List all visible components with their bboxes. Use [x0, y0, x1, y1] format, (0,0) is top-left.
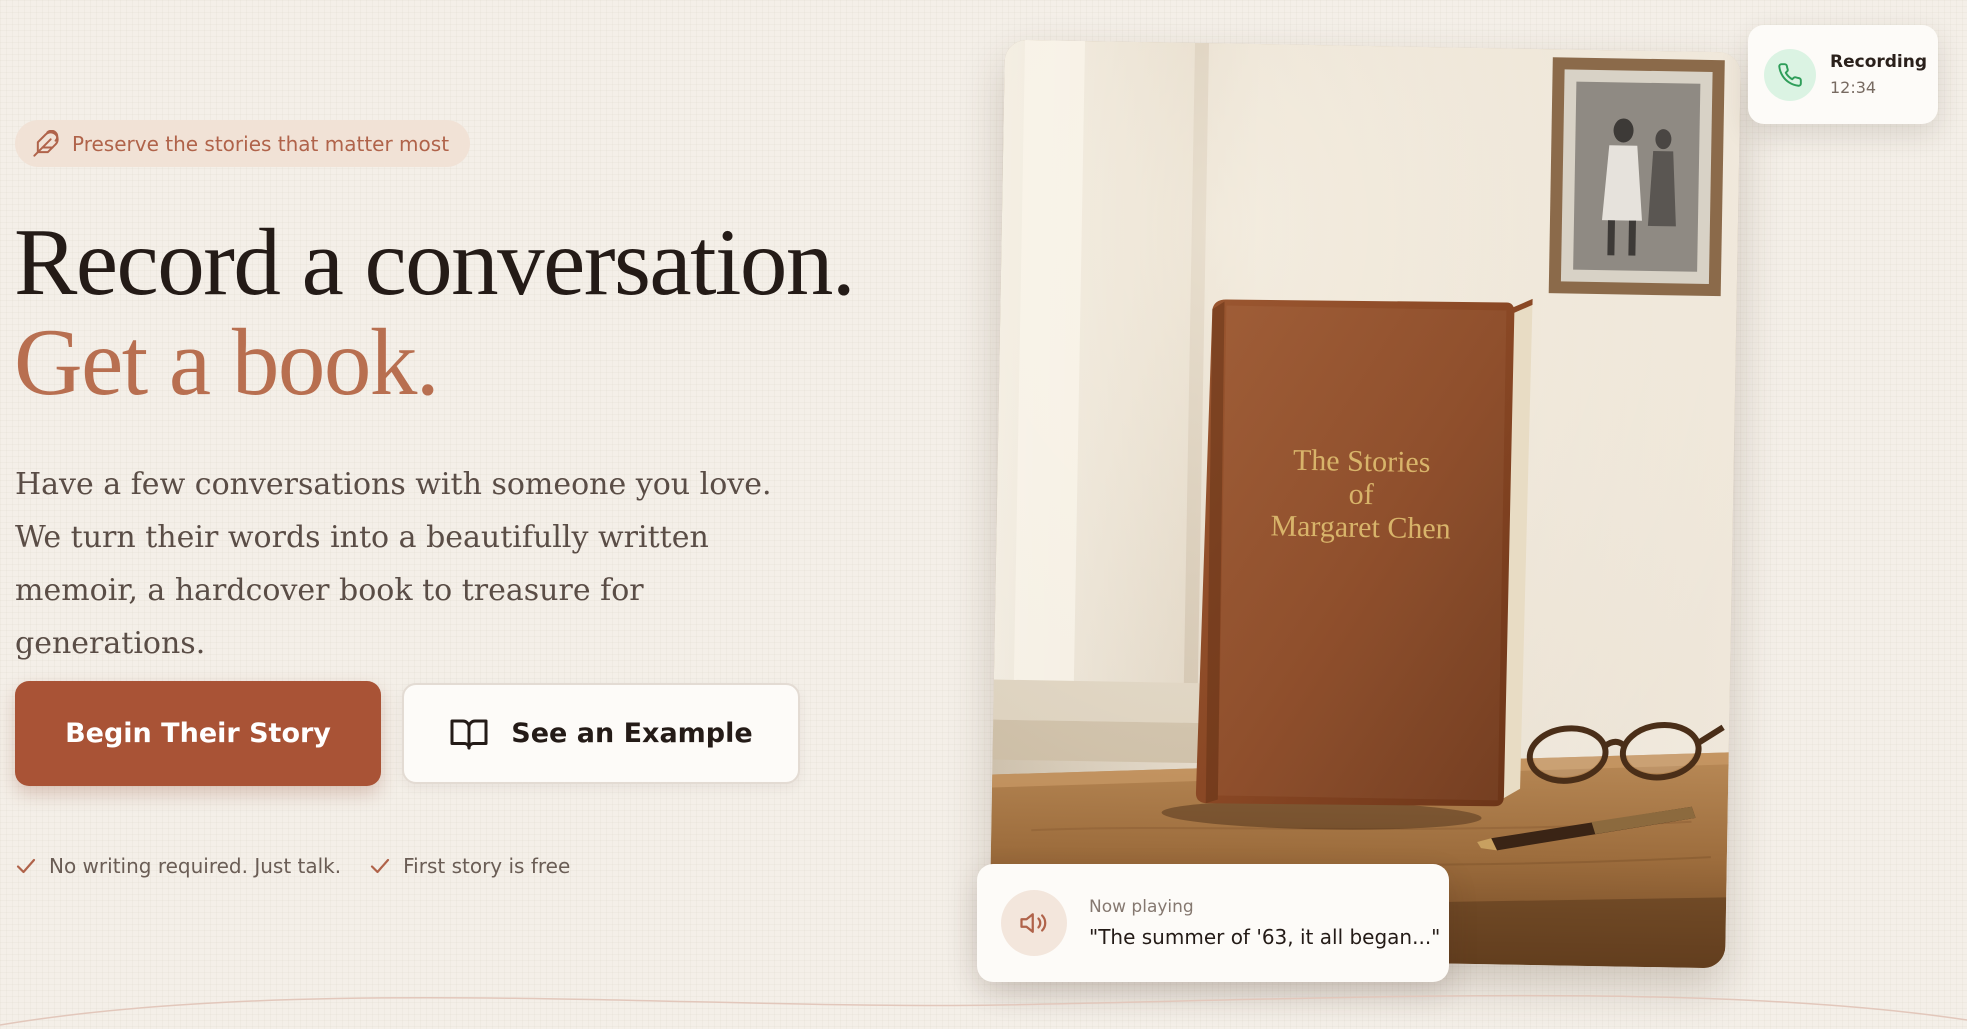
hero-description: Have a few conversations with someone yo… [15, 467, 772, 661]
see-an-example-label: See an Example [511, 718, 753, 749]
hero-book-image: The Stories of Margaret Chen [989, 39, 1741, 969]
tagline-text: Preserve the stories that matter most [72, 131, 450, 156]
see-an-example-button[interactable]: See an Example [402, 683, 800, 784]
now-playing-card[interactable]: Now playing "The summer of '63, it all b… [977, 864, 1449, 982]
book-title-line-3: Margaret Chen [1270, 509, 1451, 545]
feature-item: No writing required. Just talk. [15, 854, 341, 878]
feature-text: No writing required. Just talk. [49, 854, 342, 878]
recording-status-card: Recording 12:34 [1748, 25, 1938, 124]
check-icon [15, 855, 37, 877]
check-icon [369, 855, 391, 877]
feature-item: First story is free [369, 854, 570, 878]
decorative-wave [0, 994, 1967, 1026]
feature-list: No writing required. Just talk. First st… [15, 854, 570, 878]
speaker-icon[interactable] [1001, 890, 1067, 956]
phone-icon [1764, 48, 1816, 101]
begin-their-story-label: Begin Their Story [65, 718, 331, 749]
tagline-badge: Preserve the stories that matter most [15, 120, 471, 167]
begin-their-story-button[interactable]: Begin Their Story [15, 681, 381, 786]
now-playing-quote: "The summer of '63, it all began..." [1089, 925, 1441, 949]
feather-icon [32, 129, 60, 158]
headline-line-2: Get a book. [14, 309, 440, 415]
open-book-icon [449, 717, 489, 751]
book-title-line-2: of [1348, 478, 1374, 511]
now-playing-label: Now playing [1089, 897, 1194, 917]
headline-line-1: Record a conversation. [14, 209, 856, 315]
recording-time: 12:34 [1830, 78, 1877, 97]
feature-text: First story is free [403, 854, 571, 878]
recording-label: Recording [1830, 52, 1928, 72]
book-title-line-1: The Stories [1293, 444, 1431, 479]
hero-headline: Record a conversation. Get a book. [14, 209, 856, 415]
landing-page: Preserve the stories that matter most Re… [0, 0, 1967, 1029]
